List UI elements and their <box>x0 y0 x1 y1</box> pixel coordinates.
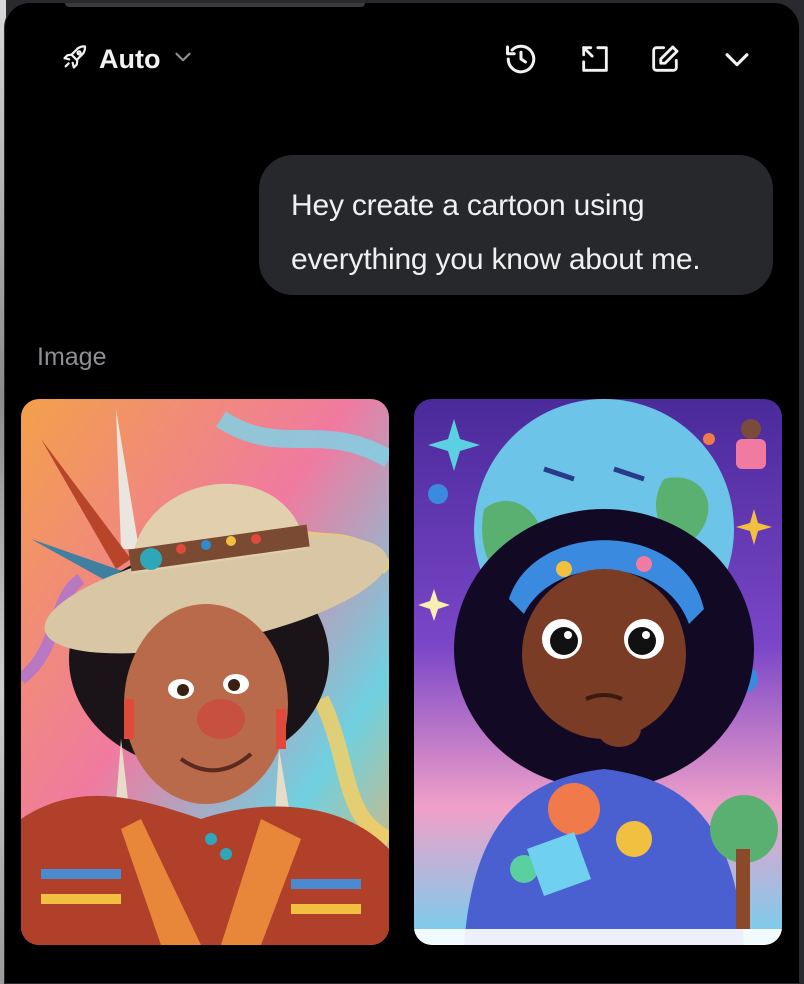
collapse-chevron-icon <box>720 42 754 76</box>
user-message-bubble: Hey create a cartoon using everything yo… <box>259 155 773 295</box>
model-label: Auto <box>99 43 161 74</box>
chat-panel: Auto Hey create a cartoon using everythi… <box>4 2 800 984</box>
background-window-strip <box>65 3 365 7</box>
expand-icon <box>578 42 612 76</box>
history-icon <box>503 41 539 77</box>
image-section-label: Image <box>37 343 107 371</box>
history-button[interactable] <box>499 37 543 81</box>
new-chat-button[interactable] <box>643 37 687 81</box>
panel-header: Auto <box>5 31 799 87</box>
expand-button[interactable] <box>573 37 617 81</box>
generated-image-2[interactable] <box>414 399 782 945</box>
generated-image-1[interactable] <box>21 399 389 945</box>
compose-icon <box>648 42 682 76</box>
rocket-icon <box>61 43 89 76</box>
model-selector[interactable]: Auto <box>61 39 196 79</box>
collapse-button[interactable] <box>715 37 759 81</box>
chevron-down-icon <box>170 44 196 75</box>
